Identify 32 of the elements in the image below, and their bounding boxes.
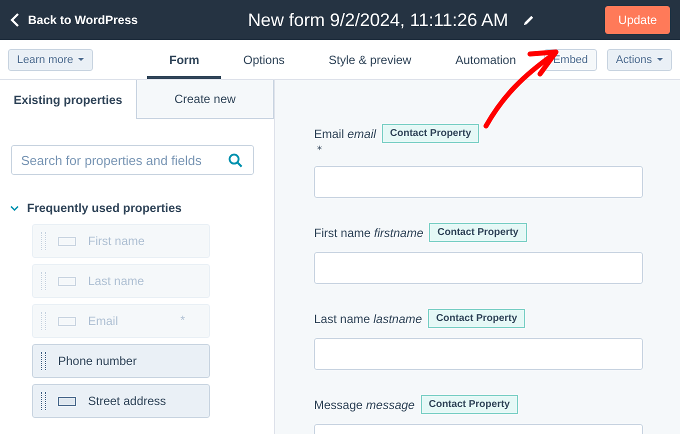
property-badge: Contact Property <box>420 395 518 414</box>
drag-handle-icon[interactable] <box>41 352 46 370</box>
field-label: Last name lastname <box>314 312 422 326</box>
chevron-left-icon <box>10 13 20 27</box>
search-field[interactable]: Search for properties and fields <box>11 145 254 175</box>
back-button[interactable]: Back to WordPress <box>10 13 138 27</box>
input-field[interactable] <box>314 338 643 370</box>
property-badge: Contact Property <box>428 309 526 328</box>
required-mark: * <box>317 145 323 156</box>
property-badge: Contact Property <box>382 124 480 143</box>
chevron-icon <box>10 204 19 212</box>
caret-icon <box>657 58 663 61</box>
property-item[interactable]: Phone number <box>32 344 210 378</box>
group-header[interactable]: Frequently used properties <box>10 201 274 215</box>
form-title: New form 9/2/2024, 11:11:26 AM <box>248 10 508 30</box>
property-badge: Contact Property <box>429 223 526 242</box>
tab[interactable]: Style & preview <box>306 40 434 79</box>
field-label: Email email <box>314 126 376 140</box>
caret-icon <box>78 58 84 61</box>
drag-handle-icon[interactable] <box>41 392 46 410</box>
actions-button[interactable]: Actions <box>606 48 672 70</box>
tab[interactable]: Options <box>221 40 307 79</box>
field-label: Message message <box>314 398 415 412</box>
input-field[interactable] <box>314 166 643 198</box>
property-item[interactable]: Street address <box>32 384 210 418</box>
learn-more-button[interactable]: Learn more <box>8 48 94 70</box>
pencil-icon[interactable] <box>522 14 536 26</box>
search-icon[interactable] <box>228 153 243 168</box>
tab[interactable]: Automation <box>433 40 538 79</box>
field-label: First name firstname <box>314 226 424 240</box>
input-field[interactable] <box>314 252 643 284</box>
panel-tab[interactable]: Create new <box>136 80 274 119</box>
